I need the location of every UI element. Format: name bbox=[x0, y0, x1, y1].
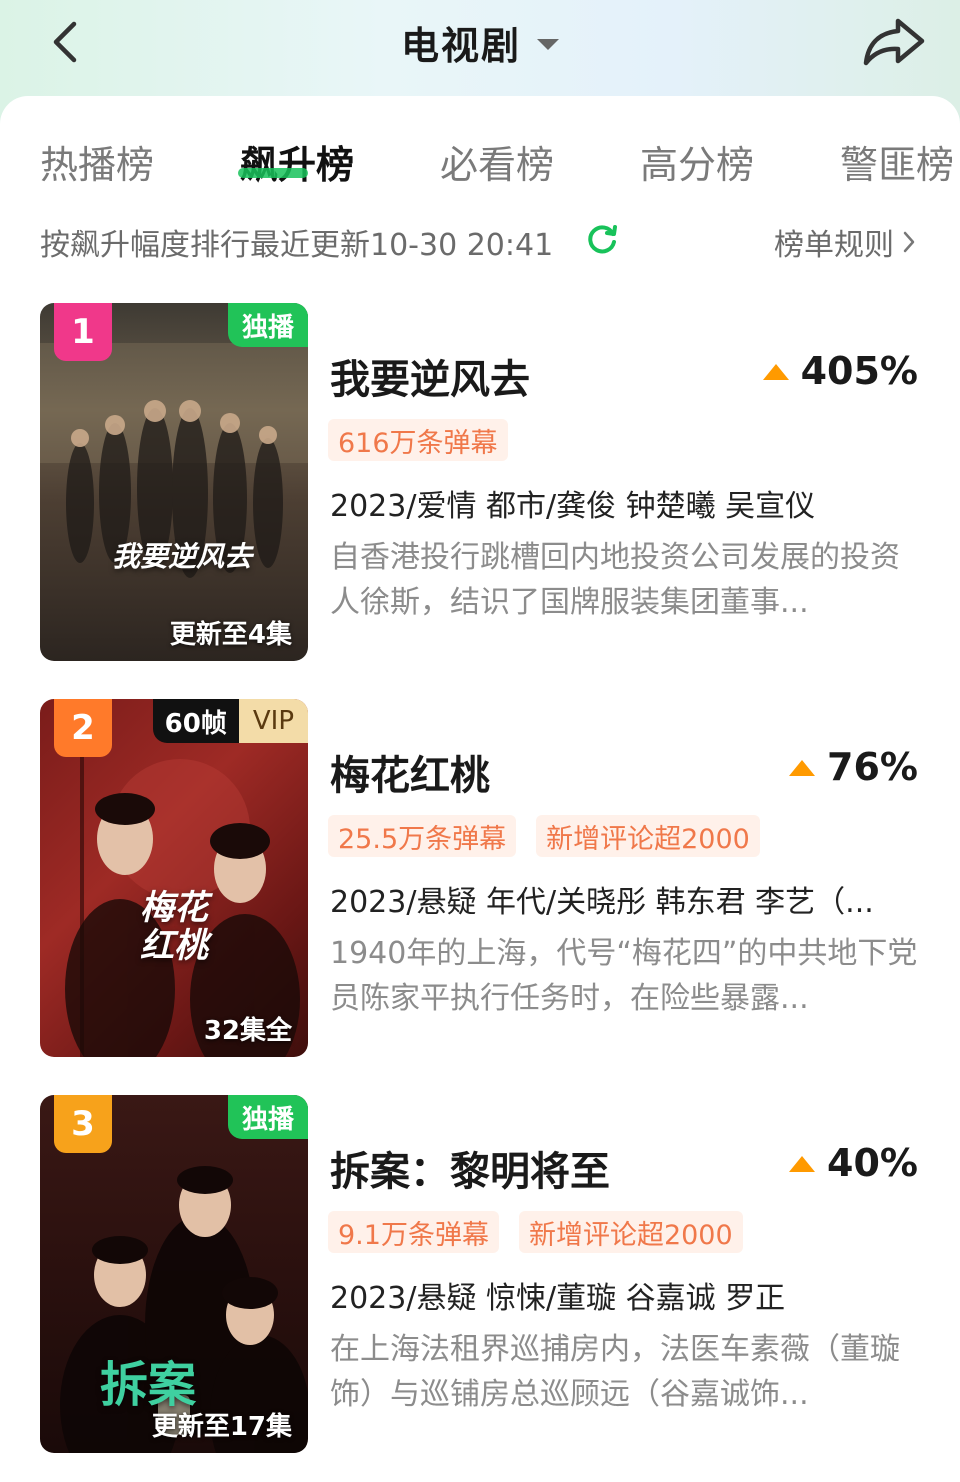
rank-badge: 1 bbox=[54, 303, 112, 361]
rank-badge: 3 bbox=[54, 1095, 112, 1153]
up-arrow-icon bbox=[762, 364, 789, 380]
quality-badges: 60帧 VIP bbox=[152, 699, 308, 743]
list-item[interactable]: 2 60帧 VIP 梅花红桃 32集全 梅花红桃 76% 25.5万条弹幕 新增… bbox=[0, 699, 960, 1059]
header: 电视剧 bbox=[0, 0, 960, 92]
share-icon bbox=[863, 18, 925, 66]
poster[interactable]: 1 独播 我要逆风去 更新至4集 bbox=[40, 303, 308, 661]
exclusive-badge: 独播 bbox=[227, 303, 308, 347]
exclusive-badge: 独播 bbox=[227, 1095, 308, 1139]
danmaku-tag: 25.5万条弹幕 bbox=[328, 815, 517, 857]
list-item[interactable]: 1 独播 我要逆风去 更新至4集 我要逆风去 405% 616万条弹幕 2023… bbox=[0, 303, 960, 663]
show-meta: 2023/悬疑 惊悚/董璇 谷嘉诚 罗正 bbox=[330, 1281, 786, 1316]
poster-title: 梅花红桃 bbox=[140, 888, 208, 966]
episode-status: 更新至17集 bbox=[151, 1412, 292, 1442]
poster-title: 我要逆风去 bbox=[112, 540, 253, 573]
caret-down-icon[interactable] bbox=[537, 38, 559, 50]
up-arrow-icon bbox=[789, 1156, 816, 1172]
tab-hot[interactable]: 热播榜 bbox=[40, 134, 154, 189]
poster-title: 拆案 bbox=[100, 1357, 197, 1413]
rise-indicator: 405% bbox=[762, 349, 918, 393]
poster[interactable]: 3 独播 拆案 更新至17集 bbox=[40, 1095, 308, 1453]
rise-value: 76% bbox=[827, 745, 918, 789]
tag-list: 616万条弹幕 bbox=[328, 419, 528, 461]
fps-badge: 60帧 bbox=[152, 699, 239, 743]
refresh-icon[interactable] bbox=[585, 222, 619, 256]
comments-tag: 新增评论超2000 bbox=[518, 1211, 743, 1253]
poster[interactable]: 2 60帧 VIP 梅花红桃 32集全 bbox=[40, 699, 308, 1057]
comments-tag: 新增评论超2000 bbox=[536, 815, 760, 857]
tab-bar: 热播榜 飙升榜 必看榜 高分榜 警匪榜 bbox=[0, 96, 960, 216]
rise-value: 405% bbox=[800, 349, 918, 393]
rise-value: 40% bbox=[827, 1141, 918, 1185]
show-description: 自香港投行跳槽回内地投资公司发展的投资人徐斯，结识了国牌服装集团董事... bbox=[330, 540, 900, 620]
tab-high-score[interactable]: 高分榜 bbox=[640, 134, 754, 189]
tab-rising[interactable]: 飙升榜 bbox=[240, 134, 354, 189]
rise-indicator: 40% bbox=[789, 1141, 918, 1185]
vip-badge: VIP bbox=[238, 699, 308, 743]
rise-indicator: 76% bbox=[789, 745, 918, 789]
page-title[interactable]: 电视剧 bbox=[401, 15, 521, 70]
show-title[interactable]: 我要逆风去 bbox=[330, 347, 530, 405]
danmaku-tag: 9.1万条弹幕 bbox=[328, 1211, 499, 1253]
chevron-right-icon bbox=[903, 231, 915, 253]
rank-badge: 2 bbox=[54, 699, 112, 757]
tab-crime[interactable]: 警匪榜 bbox=[840, 134, 954, 189]
list-item[interactable]: 3 独播 拆案 更新至17集 拆案：黎明将至 40% 9.1万条弹幕 新增评论超… bbox=[0, 1095, 960, 1455]
sort-update-text: 按飙升幅度排行最近更新10-30 20:41 bbox=[40, 228, 554, 263]
show-title[interactable]: 拆案：黎明将至 bbox=[330, 1139, 610, 1197]
tag-list: 9.1万条弹幕 新增评论超2000 bbox=[328, 1211, 763, 1253]
tab-must-watch[interactable]: 必看榜 bbox=[440, 134, 554, 189]
show-meta: 2023/悬疑 年代/关晓彤 韩东君 李艺（... bbox=[330, 885, 874, 920]
rules-link[interactable]: 榜单规则 bbox=[774, 220, 916, 264]
show-description: 1940年的上海，代号“梅花四”的中共地下党员陈家平执行任务时，在险些暴露... bbox=[330, 936, 918, 1016]
episode-status: 32集全 bbox=[203, 1016, 292, 1046]
sort-bar: 按飙升幅度排行最近更新10-30 20:41 榜单规则 bbox=[0, 220, 960, 264]
show-title[interactable]: 梅花红桃 bbox=[330, 743, 490, 801]
rules-label: 榜单规则 bbox=[774, 228, 894, 263]
danmaku-tag: 616万条弹幕 bbox=[328, 419, 508, 461]
up-arrow-icon bbox=[789, 760, 816, 776]
show-description: 在上海法租界巡捕房内，法医车素薇（董璇饰）与巡铺房总巡顾远（谷嘉诚饰... bbox=[330, 1332, 900, 1412]
active-tab-indicator bbox=[238, 168, 308, 178]
episode-status: 更新至4集 bbox=[169, 620, 292, 650]
tag-list: 25.5万条弹幕 新增评论超2000 bbox=[328, 815, 780, 857]
show-meta: 2023/爱情 都市/龚俊 钟楚曦 吴宣仪 bbox=[330, 489, 816, 524]
share-button[interactable] bbox=[858, 12, 930, 72]
